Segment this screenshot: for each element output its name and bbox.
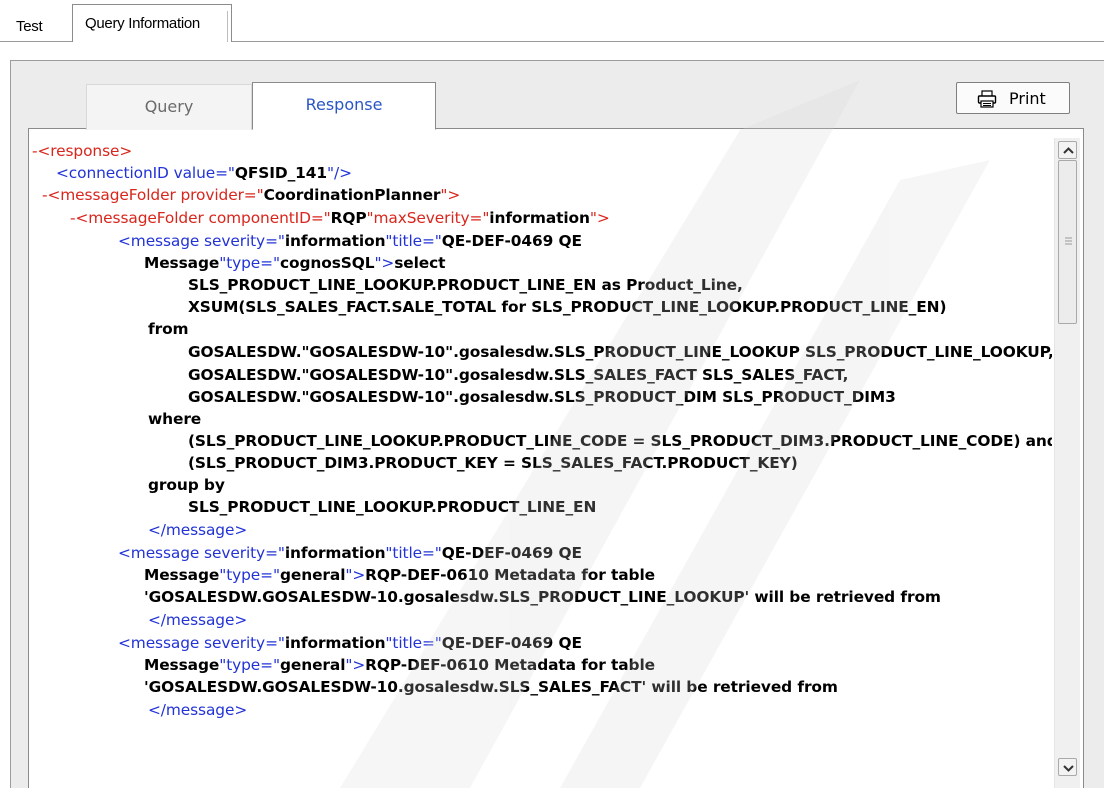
xml-message-node: <message severity="information"title="QE… [118, 634, 582, 652]
scroll-down-button[interactable] [1058, 758, 1077, 776]
xml-message-close: </message> [148, 701, 248, 719]
sql-line: GOSALESDW."GOSALESDW-10".gosalesdw.SLS_S… [188, 366, 849, 384]
sql-line: group by [148, 476, 225, 494]
sql-line: from [148, 320, 189, 338]
tab-query-information[interactable]: Query Information [72, 4, 232, 42]
chevron-up-icon [1063, 147, 1074, 154]
xml-response-node[interactable]: -<response> [32, 140, 132, 162]
xml-message-line: Message"type="general">RQP-DEF-0610 Meta… [144, 566, 655, 584]
xml-message-close: </message> [148, 611, 248, 629]
xml-message-line: Message"type="cognosSQL">select [144, 254, 446, 272]
tab-test[interactable]: Test [6, 4, 72, 42]
xml-message-node: <message severity="information"title="QE… [118, 544, 582, 562]
xml-message-line: 'GOSALESDW.GOSALESDW-10.gosalesdw.SLS_SA… [144, 678, 838, 696]
sql-line: GOSALESDW."GOSALESDW-10".gosalesdw.SLS_P… [188, 388, 896, 406]
sql-line: (SLS_PRODUCT_DIM3.PRODUCT_KEY = SLS_SALE… [188, 454, 798, 472]
top-tab-strip: Test Query Information [0, 0, 1104, 42]
vertical-scrollbar[interactable] [1054, 138, 1080, 788]
printer-icon [977, 90, 997, 108]
grip-icon [1065, 237, 1072, 245]
sql-line: GOSALESDW."GOSALESDW-10".gosalesdw.SLS_P… [188, 343, 1052, 361]
xml-connection-node: <connectionID value="QFSID_141"/> [56, 164, 352, 182]
sql-line: (SLS_PRODUCT_LINE_LOOKUP.PRODUCT_LINE_CO… [188, 432, 1052, 450]
xml-response-view[interactable]: -<response> <connectionID value="QFSID_1… [32, 138, 1052, 788]
chevron-down-icon [1063, 765, 1074, 772]
print-label: Print [1009, 89, 1046, 108]
xml-message-line: 'GOSALESDW.GOSALESDW-10.gosalesdw.SLS_PR… [144, 588, 941, 606]
sql-line: SLS_PRODUCT_LINE_LOOKUP.PRODUCT_LINE_EN [188, 498, 597, 516]
tab-response[interactable]: Response [252, 82, 436, 130]
sql-line: SLS_PRODUCT_LINE_LOOKUP.PRODUCT_LINE_EN … [188, 276, 743, 294]
sql-line: where [148, 410, 202, 428]
sql-line: XSUM(SLS_SALES_FACT.SALE_TOTAL for SLS_P… [188, 298, 947, 316]
xml-message-node: <message severity="information"title="QE… [118, 232, 582, 250]
xml-message-close: </message> [148, 521, 248, 539]
xml-message-folder-node[interactable]: -<messageFolder provider="CoordinationPl… [42, 184, 460, 206]
scroll-thumb[interactable] [1058, 160, 1077, 324]
xml-message-line: Message"type="general">RQP-DEF-0610 Meta… [144, 656, 655, 674]
tab-query[interactable]: Query [86, 84, 252, 130]
print-button[interactable]: Print [956, 82, 1070, 114]
xml-message-folder-node[interactable]: -<messageFolder componentID="RQP"maxSeve… [70, 207, 610, 229]
scroll-up-button[interactable] [1058, 141, 1077, 159]
